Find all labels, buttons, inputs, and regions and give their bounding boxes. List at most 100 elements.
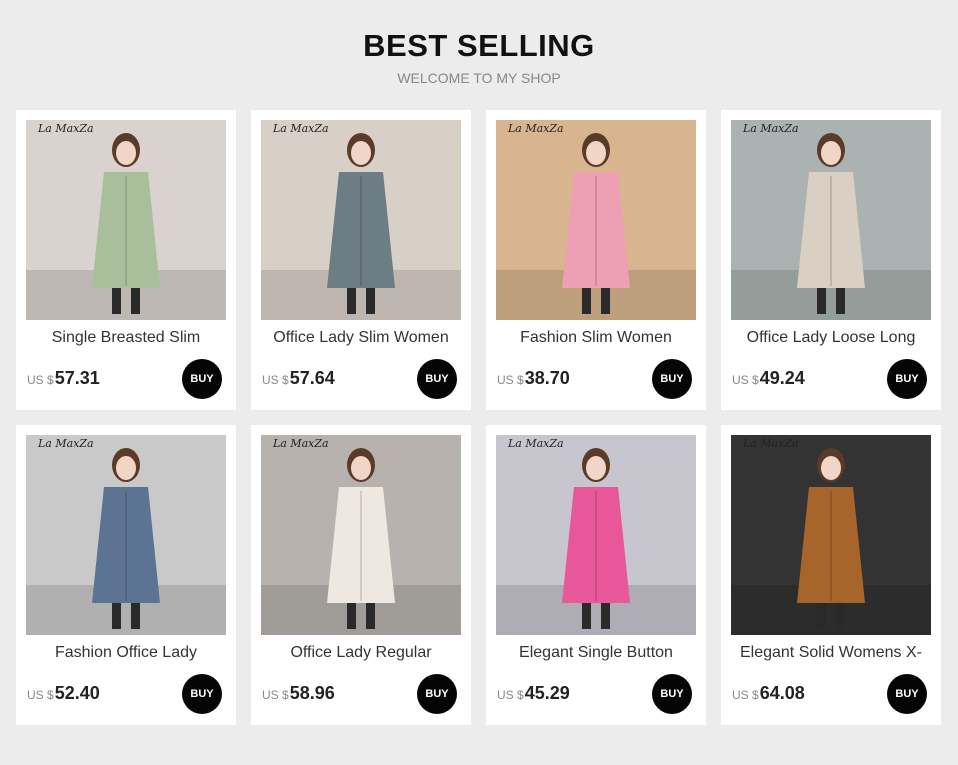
product-name[interactable]: Office Lady Loose Long (721, 329, 941, 347)
price-row: US $ 38.70 (497, 368, 570, 389)
product-name[interactable]: Office Lady Regular (251, 644, 471, 662)
product-name[interactable]: Fashion Slim Women (486, 329, 706, 347)
buy-button[interactable]: BUY (182, 674, 222, 714)
model-leg (601, 288, 610, 314)
product-price: 49.24 (759, 368, 805, 388)
model-face (116, 456, 136, 480)
currency-label: US $ (732, 688, 759, 702)
product-price: 38.70 (524, 368, 570, 388)
product-name[interactable]: Elegant Solid Womens X- (721, 644, 941, 662)
model-face (351, 456, 371, 480)
model-leg (836, 603, 845, 629)
product-card[interactable]: La MaxZa Fashion Slim Women US $ 38.70 B… (486, 110, 706, 410)
price-row: US $ 45.29 (497, 683, 570, 704)
brand-watermark: La MaxZa (38, 437, 94, 450)
product-name[interactable]: Single Breasted Slim (16, 329, 236, 347)
currency-label: US $ (27, 688, 54, 702)
product-name[interactable]: Office Lady Slim Women (251, 329, 471, 347)
brand-watermark: La MaxZa (508, 437, 564, 450)
brand-watermark: La MaxZa (743, 437, 799, 450)
brand-watermark: La MaxZa (508, 122, 564, 135)
brand-watermark: La MaxZa (273, 122, 329, 135)
buy-button[interactable]: BUY (887, 359, 927, 399)
currency-label: US $ (262, 688, 289, 702)
product-photo-illustration (731, 435, 931, 635)
price-row: US $ 64.08 (732, 683, 805, 704)
price-row: US $ 57.31 (27, 368, 100, 389)
product-photo-illustration (261, 120, 461, 320)
product-photo-illustration (496, 120, 696, 320)
buy-button[interactable]: BUY (417, 674, 457, 714)
price-row: US $ 52.40 (27, 683, 100, 704)
page-subtitle: WELCOME TO MY SHOP (397, 70, 561, 86)
brand-watermark: La MaxZa (743, 122, 799, 135)
model-leg (112, 603, 121, 629)
product-image[interactable]: La MaxZa (26, 120, 226, 320)
buy-button[interactable]: BUY (652, 674, 692, 714)
product-price: 58.96 (289, 683, 335, 703)
product-photo-illustration (26, 120, 226, 320)
price-row: US $ 57.64 (262, 368, 335, 389)
product-image[interactable]: La MaxZa (261, 435, 461, 635)
product-image[interactable]: La MaxZa (731, 435, 931, 635)
product-photo-illustration (26, 435, 226, 635)
model-leg (601, 603, 610, 629)
product-grid: La MaxZa Single Breasted Slim US $ 57.31… (16, 110, 941, 725)
product-photo-illustration (496, 435, 696, 635)
product-card[interactable]: La MaxZa Office Lady Slim Women US $ 57.… (251, 110, 471, 410)
currency-label: US $ (27, 373, 54, 387)
product-card[interactable]: La MaxZa Elegant Solid Womens X- US $ 64… (721, 425, 941, 725)
product-image[interactable]: La MaxZa (496, 435, 696, 635)
model-leg (112, 288, 121, 314)
product-name[interactable]: Elegant Single Button (486, 644, 706, 662)
model-leg (347, 603, 356, 629)
model-leg (817, 603, 826, 629)
price-row: US $ 58.96 (262, 683, 335, 704)
model-face (586, 456, 606, 480)
price-row: US $ 49.24 (732, 368, 805, 389)
product-image[interactable]: La MaxZa (731, 120, 931, 320)
product-card[interactable]: La MaxZa Elegant Single Button US $ 45.2… (486, 425, 706, 725)
product-price: 57.64 (289, 368, 335, 388)
page-header: BEST SELLING WELCOME TO MY SHOP (0, 0, 958, 86)
model-face (821, 141, 841, 165)
buy-button[interactable]: BUY (182, 359, 222, 399)
model-leg (131, 603, 140, 629)
buy-button[interactable]: BUY (652, 359, 692, 399)
currency-label: US $ (497, 688, 524, 702)
model-leg (131, 288, 140, 314)
model-face (586, 141, 606, 165)
currency-label: US $ (262, 373, 289, 387)
model-leg (817, 288, 826, 314)
product-price: 57.31 (54, 368, 100, 388)
page-title: BEST SELLING (363, 28, 595, 63)
currency-label: US $ (497, 373, 524, 387)
model-face (116, 141, 136, 165)
model-leg (582, 288, 591, 314)
currency-label: US $ (732, 373, 759, 387)
buy-button[interactable]: BUY (887, 674, 927, 714)
model-face (821, 456, 841, 480)
model-leg (366, 288, 375, 314)
product-card[interactable]: La MaxZa Single Breasted Slim US $ 57.31… (16, 110, 236, 410)
product-card[interactable]: La MaxZa Office Lady Regular US $ 58.96 … (251, 425, 471, 725)
model-face (351, 141, 371, 165)
brand-watermark: La MaxZa (273, 437, 329, 450)
product-image[interactable]: La MaxZa (26, 435, 226, 635)
model-leg (366, 603, 375, 629)
model-leg (836, 288, 845, 314)
brand-watermark: La MaxZa (38, 122, 94, 135)
product-price: 64.08 (759, 683, 805, 703)
product-card[interactable]: La MaxZa Office Lady Loose Long US $ 49.… (721, 110, 941, 410)
product-photo-illustration (261, 435, 461, 635)
product-name[interactable]: Fashion Office Lady (16, 644, 236, 662)
product-price: 45.29 (524, 683, 570, 703)
product-image[interactable]: La MaxZa (496, 120, 696, 320)
product-card[interactable]: La MaxZa Fashion Office Lady US $ 52.40 … (16, 425, 236, 725)
model-leg (347, 288, 356, 314)
model-leg (582, 603, 591, 629)
buy-button[interactable]: BUY (417, 359, 457, 399)
product-image[interactable]: La MaxZa (261, 120, 461, 320)
product-price: 52.40 (54, 683, 100, 703)
product-photo-illustration (731, 120, 931, 320)
